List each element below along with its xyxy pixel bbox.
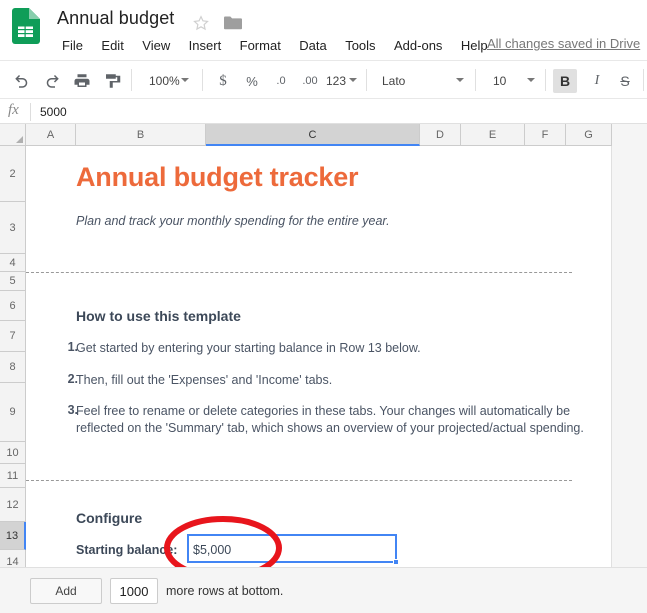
add-rows-bar: Add more rows at bottom. (0, 567, 647, 613)
row-header-4[interactable]: 4 (0, 254, 26, 272)
percent-format-button[interactable]: % (240, 69, 264, 93)
select-all-triangle-icon (16, 136, 23, 143)
row-header-5[interactable]: 5 (0, 272, 26, 291)
redo-icon[interactable] (40, 69, 64, 93)
font-family-value[interactable]: Lato (378, 69, 409, 93)
fill-handle[interactable] (393, 559, 399, 565)
menu-item-addons[interactable]: Add-ons (387, 36, 449, 55)
add-rows-button[interactable]: Add (30, 578, 102, 604)
add-rows-suffix-label: more rows at bottom. (166, 584, 284, 598)
row-header-3[interactable]: 3 (0, 202, 26, 254)
number-format-chevron-down-icon[interactable] (349, 78, 357, 82)
menu-item-view[interactable]: View (135, 36, 177, 55)
folder-icon[interactable] (224, 15, 242, 31)
column-header-d[interactable]: D (420, 124, 461, 146)
column-header-e[interactable]: E (461, 124, 525, 146)
row-header-13[interactable]: 13 (0, 522, 26, 550)
formula-input[interactable] (38, 101, 638, 123)
row-header-7[interactable]: 7 (0, 321, 26, 352)
google-sheets-logo[interactable] (12, 8, 40, 44)
bold-button[interactable]: B (553, 69, 577, 93)
number-format-button[interactable]: 123 (322, 69, 350, 93)
font-size-value[interactable]: 10 (489, 69, 510, 93)
print-icon[interactable] (70, 69, 94, 93)
select-all-corner-button[interactable] (0, 124, 26, 146)
zoom-level-value[interactable]: 100% (145, 69, 184, 93)
formula-bar-divider (30, 103, 31, 121)
row-header-9[interactable]: 9 (0, 383, 26, 442)
strikethrough-button[interactable]: S (613, 69, 637, 93)
italic-button[interactable]: I (585, 69, 609, 93)
font-size-chevron-down-icon[interactable] (527, 78, 535, 82)
font-family-chevron-down-icon[interactable] (456, 78, 464, 82)
save-status-label[interactable]: All changes saved in Drive (487, 36, 640, 51)
starting-balance-label: Starting balance: (76, 543, 178, 557)
step-text-3: Feel free to rename or delete categories… (76, 404, 584, 435)
currency-format-button[interactable]: $ (211, 69, 235, 93)
column-header-f[interactable]: F (525, 124, 566, 146)
step-text-2: Then, fill out the 'Expenses' and 'Incom… (76, 373, 333, 387)
column-header-a[interactable]: A (26, 124, 76, 146)
google-sheets-window: Annual budget File Edit View Insert Form… (0, 0, 647, 613)
sheet-canvas[interactable]: Annual budget tracker Plan and track you… (26, 146, 612, 567)
menu-item-format[interactable]: Format (233, 36, 288, 55)
configure-heading: Configure (76, 510, 143, 526)
active-cell-selection-border (187, 534, 397, 563)
how-to-heading: How to use this template (76, 308, 241, 324)
column-header-g[interactable]: G (566, 124, 612, 146)
menu-item-insert[interactable]: Insert (182, 36, 229, 55)
row-header-2[interactable]: 2 (0, 146, 26, 202)
row-header-11[interactable]: 11 (0, 464, 26, 488)
spreadsheet-grid: ABCDEFG 2 3 4 5 6 7 8 9 10 11 12 13 14 Annual budget… (0, 124, 647, 567)
menu-item-tools[interactable]: Tools (338, 36, 382, 55)
paint-format-icon[interactable] (100, 69, 124, 93)
row-header-14[interactable]: 14 (0, 550, 26, 567)
row-header-10[interactable]: 10 (0, 442, 26, 464)
template-title: Annual budget tracker (76, 162, 359, 192)
menu-item-edit[interactable]: Edit (94, 36, 130, 55)
undo-icon[interactable] (10, 69, 34, 93)
document-title[interactable]: Annual budget (57, 8, 174, 29)
row-header-6[interactable]: 6 (0, 291, 26, 321)
formula-bar: fx (0, 98, 647, 124)
column-header-b[interactable]: B (76, 124, 206, 146)
divider-top (26, 272, 572, 273)
divider-bottom (26, 480, 572, 481)
template-subtitle: Plan and track your monthly spending for… (76, 214, 390, 228)
column-header-c[interactable]: C (206, 124, 420, 146)
menu-bar: File Edit View Insert Format Data Tools … (55, 36, 495, 58)
toolbar: 100% $ % .0 .00 123 Lato 10 B I S (0, 60, 647, 98)
add-rows-count-input[interactable] (110, 578, 158, 604)
menu-item-data[interactable]: Data (292, 36, 333, 55)
decrease-decimal-button[interactable]: .0 (269, 69, 293, 93)
star-outline-icon[interactable] (192, 14, 210, 32)
zoom-chevron-down-icon[interactable] (181, 78, 189, 82)
fx-icon: fx (8, 102, 19, 118)
step-text-1: Get started by entering your starting ba… (76, 341, 421, 355)
title-bar: Annual budget File Edit View Insert Form… (0, 0, 647, 60)
row-header-8[interactable]: 8 (0, 352, 26, 383)
menu-item-file[interactable]: File (55, 36, 90, 55)
row-header-12[interactable]: 12 (0, 488, 26, 522)
increase-decimal-button[interactable]: .00 (298, 69, 322, 93)
